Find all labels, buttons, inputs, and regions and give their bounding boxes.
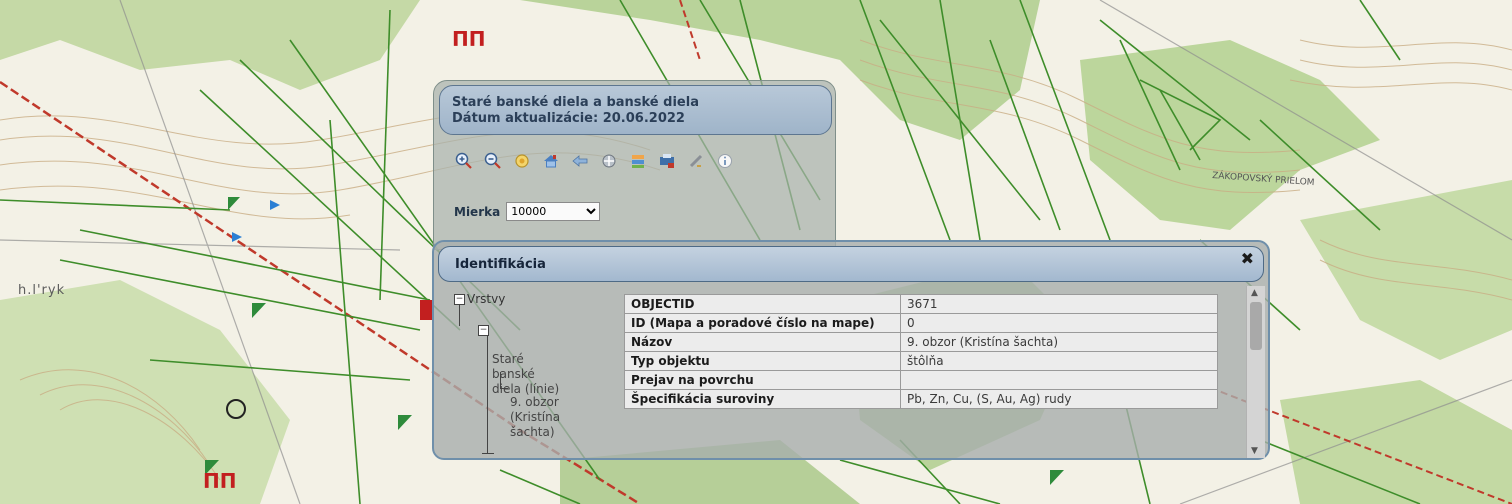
identification-scrollbar[interactable]: ▲ ▼ (1246, 286, 1265, 458)
attribute-key: ID (Mapa a poradové číslo na mape) (624, 313, 901, 333)
pan-icon[interactable] (599, 151, 619, 171)
attribute-key: Názov (624, 332, 901, 352)
attribute-value: 3671 (900, 294, 1218, 314)
tree-node-leaf[interactable]: 9. obzor (Kristína šachta) (510, 380, 590, 440)
info-icon[interactable] (715, 151, 735, 171)
layer-tree: − Vrstvy − Staré banské diela (línie) 9. … (454, 292, 624, 456)
update-date: Dátum aktualizácie: 20.06.2022 (452, 111, 685, 126)
scroll-up-icon[interactable]: ▲ (1251, 288, 1258, 298)
scroll-thumb[interactable] (1250, 302, 1262, 350)
scale-select[interactable]: 10000 (506, 202, 601, 221)
home-icon[interactable] (541, 151, 561, 171)
full-extent-icon[interactable] (512, 151, 532, 171)
close-icon[interactable]: ✖ (1241, 249, 1254, 268)
identification-dialog: Identifikácia ✖ − Vrstvy − Staré banské d… (432, 240, 1270, 460)
scroll-down-icon[interactable]: ▼ (1251, 446, 1258, 456)
attribute-key: OBJECTID (624, 294, 901, 314)
attribute-value: štôlňa (900, 351, 1218, 371)
scale-label: Mierka (454, 204, 501, 219)
back-icon[interactable] (570, 151, 590, 171)
attribute-table: OBJECTID 3671 ID (Mapa a poradové číslo na… (624, 294, 1218, 409)
map-label-topo: h.l'ryk (18, 283, 65, 298)
attribute-row: OBJECTID 3671 (624, 294, 1218, 314)
identification-title: Identifikácia (455, 256, 546, 272)
attribute-row: ID (Mapa a poradové číslo na mape) 0 (624, 313, 1218, 333)
attribute-row: Typ objektu štôlňa (624, 351, 1218, 371)
attribute-row: Prejav na povrchu (624, 370, 1218, 390)
map-tool-panel: Staré banské diela a banské diela Dátum … (433, 80, 836, 250)
scale-control: Mierka 10000 (454, 202, 601, 221)
zoom-out-icon[interactable] (483, 151, 503, 171)
svg-text:ΠΠ: ΠΠ (203, 469, 236, 493)
measure-icon[interactable] (686, 151, 706, 171)
zoom-in-icon[interactable] (454, 151, 474, 171)
tree-node-root[interactable]: − Vrstvy (454, 292, 505, 306)
layers-icon[interactable] (628, 151, 648, 171)
print-icon[interactable] (657, 151, 677, 171)
attribute-value: Pb, Zn, Cu, (S, Au, Ag) rudy (900, 389, 1218, 409)
attribute-value (900, 370, 1218, 390)
tree-root-label: Vrstvy (467, 292, 506, 306)
attribute-row: Špecifikácia suroviny Pb, Zn, Cu, (S, Au,… (624, 389, 1218, 409)
svg-text:ΠΠ: ΠΠ (452, 27, 485, 51)
attribute-row: Názov 9. obzor (Kristína šachta) (624, 332, 1218, 352)
attribute-value: 0 (900, 313, 1218, 333)
tree-leaf-label: 9. obzor (Kristína šachta) (510, 395, 561, 439)
layer-info-header: Staré banské diela a banské diela Dátum … (439, 85, 832, 135)
map-toolbar (454, 151, 735, 171)
layer-title: Staré banské diela a banské diela (452, 95, 699, 110)
attribute-key: Prejav na povrchu (624, 370, 901, 390)
attribute-value: 9. obzor (Kristína šachta) (900, 332, 1218, 352)
identification-header[interactable]: Identifikácia (438, 246, 1264, 282)
attribute-key: Typ objektu (624, 351, 901, 371)
attribute-key: Špecifikácia suroviny (624, 389, 901, 409)
